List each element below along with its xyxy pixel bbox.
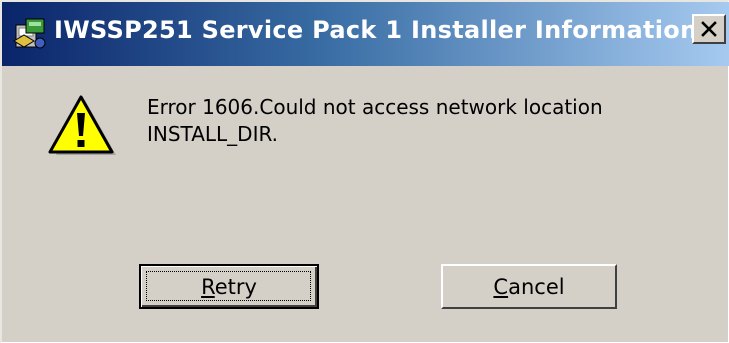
retry-button[interactable]: Retry <box>139 264 319 309</box>
cancel-mnemonic: C <box>493 275 509 299</box>
error-message-line-2: INSTALL_DIR. <box>147 122 279 146</box>
cancel-button[interactable]: Cancel <box>441 264 617 309</box>
cancel-button-label: Cancel <box>443 275 615 299</box>
close-icon <box>701 21 717 37</box>
retry-label-rest: etry <box>214 275 257 299</box>
installer-dialog: IWSSP251 Service Pack 1 Installer Inform… <box>0 0 729 343</box>
error-message: Error 1606.Could not access network loca… <box>147 94 603 148</box>
title-bar[interactable]: IWSSP251 Service Pack 1 Installer Inform… <box>2 2 729 66</box>
retry-button-label: Retry <box>141 275 317 299</box>
close-button[interactable] <box>692 14 726 44</box>
window-title: IWSSP251 Service Pack 1 Installer Inform… <box>54 16 698 44</box>
error-message-line-1: Error 1606.Could not access network loca… <box>147 95 603 119</box>
warning-icon <box>48 95 116 155</box>
cancel-label-rest: ancel <box>508 275 565 299</box>
retry-mnemonic: R <box>201 275 215 299</box>
installer-icon <box>13 18 46 49</box>
